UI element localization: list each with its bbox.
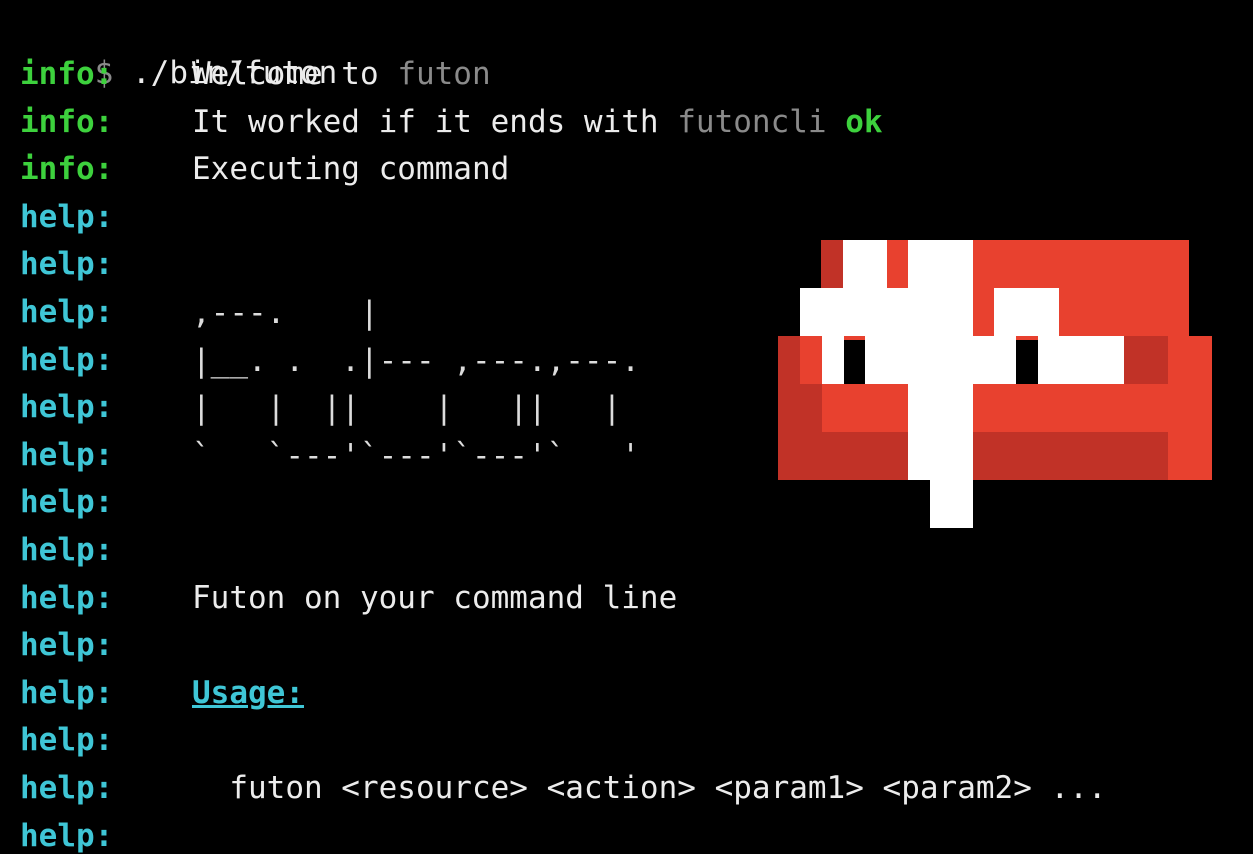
log-line: help: bbox=[20, 813, 192, 854]
log-level-label: help: bbox=[20, 817, 114, 854]
log-level-label: help: bbox=[20, 579, 114, 616]
log-level-label: help: bbox=[20, 341, 114, 378]
log-level-label: help: bbox=[20, 484, 114, 521]
command-line: $ ./bin/futon bbox=[20, 3, 338, 91]
log-text: ok bbox=[826, 103, 883, 140]
couch-left-arm-shade bbox=[778, 336, 800, 480]
log-line: help: bbox=[20, 479, 192, 526]
couch-seat-inner bbox=[800, 384, 822, 480]
log-line: help: Usage: bbox=[20, 670, 304, 717]
log-level-label: help: bbox=[20, 389, 114, 426]
futon-ascii-art: ,---. | |__. . .|--- ,---.,---. | | || |… bbox=[192, 295, 640, 474]
log-level-label: help: bbox=[20, 436, 114, 473]
log-line: help: Futon on your command line bbox=[20, 575, 677, 622]
couch-seat-shadow bbox=[822, 432, 1168, 480]
log-level-label: help: bbox=[20, 674, 114, 711]
drip-1 bbox=[843, 240, 887, 288]
log-line: info: Executing command bbox=[20, 146, 509, 193]
drip-9 bbox=[930, 480, 973, 528]
couch-right-arm-shade bbox=[1124, 336, 1168, 384]
log-text: futon <resource> <action> <param1> <para… bbox=[192, 770, 1107, 806]
log-level-label: help: bbox=[20, 198, 114, 235]
log-line: help: bbox=[20, 432, 192, 479]
log-line: help: bbox=[20, 337, 192, 384]
log-line: help: bbox=[20, 289, 192, 336]
drip-5 bbox=[822, 336, 844, 384]
log-text: Futon on your command line bbox=[192, 579, 678, 616]
terminal-window[interactable]: $ ./bin/futon info: Welcome to futon info:… bbox=[0, 0, 1253, 854]
log-line: help: bbox=[20, 194, 192, 241]
log-level-label: help: bbox=[20, 722, 114, 759]
couch-logo-icon bbox=[778, 240, 1212, 528]
drip-2 bbox=[908, 240, 973, 288]
log-level-label: help: bbox=[20, 532, 114, 568]
log-text: Welcome to bbox=[192, 56, 398, 92]
log-line: help: futon <resource> <action> <param1>… bbox=[20, 765, 1107, 812]
log-text: It worked if it ends with bbox=[192, 103, 678, 140]
drip-3 bbox=[800, 288, 973, 336]
usage-heading: Usage: bbox=[192, 674, 304, 711]
log-line: info: It worked if it ends with futoncli … bbox=[20, 99, 883, 146]
log-line: help: bbox=[20, 717, 192, 764]
log-line: help: bbox=[20, 622, 192, 669]
log-level-label: info: bbox=[20, 151, 114, 188]
drip-8 bbox=[908, 384, 973, 480]
log-level-label: info: bbox=[20, 56, 114, 92]
log-level-label: help: bbox=[20, 294, 114, 330]
log-text: futoncli bbox=[677, 103, 827, 140]
log-line: info: Welcome to futon bbox=[20, 51, 491, 98]
log-line: help: bbox=[20, 241, 192, 288]
drip-4 bbox=[994, 288, 1059, 336]
log-text: futon bbox=[397, 56, 491, 92]
log-line: help: bbox=[20, 527, 192, 574]
log-level-label: info: bbox=[20, 103, 114, 140]
log-level-label: help: bbox=[20, 770, 114, 806]
log-text: Executing command bbox=[192, 151, 510, 188]
log-line: help: bbox=[20, 384, 192, 431]
drip-6 bbox=[865, 336, 1016, 384]
drip-7 bbox=[1038, 336, 1124, 384]
log-level-label: help: bbox=[20, 627, 114, 664]
log-level-label: help: bbox=[20, 246, 114, 283]
